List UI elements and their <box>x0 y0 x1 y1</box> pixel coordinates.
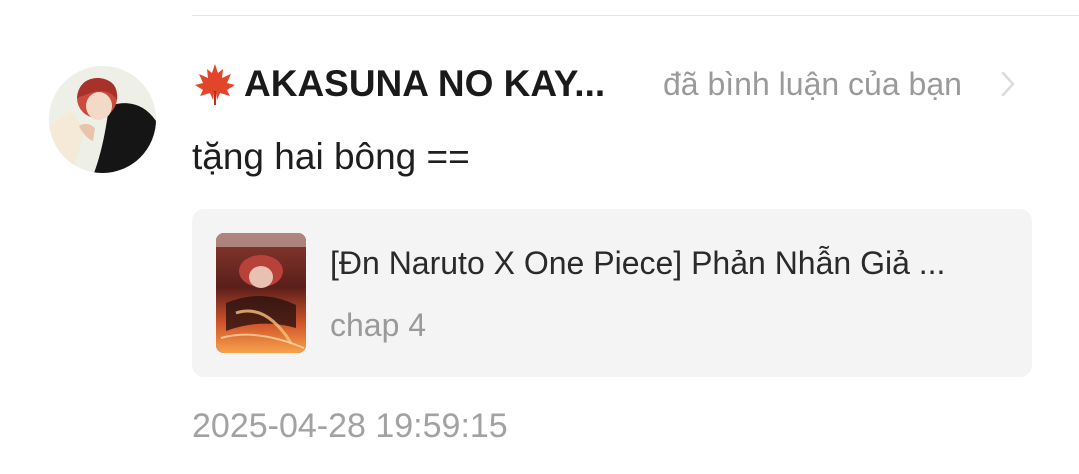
username-label: AKASUNA NO KAY... <box>244 63 606 104</box>
notification-header: AKASUNA NO KAY... đã bình luận của bạn <box>192 58 1022 110</box>
comment-text: tặng hai bông == <box>192 136 470 177</box>
maple-leaf-icon <box>195 64 235 105</box>
user-avatar[interactable] <box>49 66 156 173</box>
story-title: [Đn Naruto X One Piece] Phản Nhẫn Giả ..… <box>330 245 946 281</box>
action-text: đã bình luận của bạn <box>663 66 962 102</box>
chevron-right-icon[interactable] <box>998 69 1018 99</box>
timestamp: 2025-04-28 19:59:15 <box>192 407 508 445</box>
story-card[interactable]: [Đn Naruto X One Piece] Phản Nhẫn Giả ..… <box>192 209 1032 377</box>
username[interactable]: AKASUNA NO KAY... <box>192 61 605 107</box>
top-divider <box>192 15 1079 16</box>
notification-page: AKASUNA NO KAY... đã bình luận của bạn t… <box>0 0 1079 474</box>
story-chapter: chap 4 <box>330 307 427 343</box>
avatar-image <box>49 66 156 173</box>
story-cover-image <box>216 233 306 353</box>
